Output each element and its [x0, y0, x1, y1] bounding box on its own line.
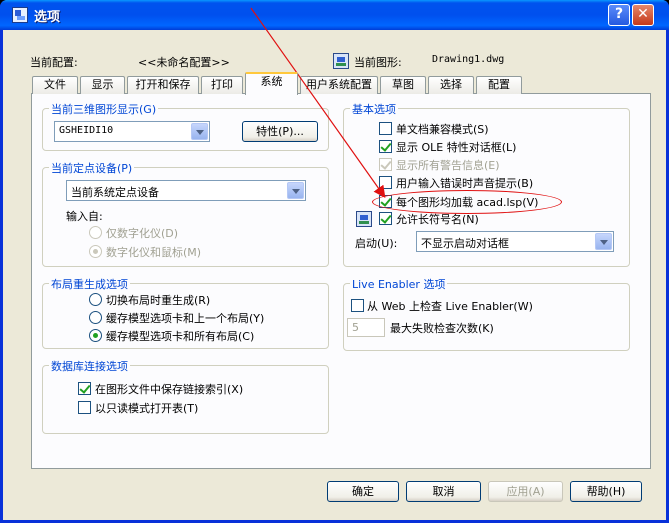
annotation-arrow: [250, 7, 386, 198]
tab-system[interactable]: 系统: [245, 72, 298, 95]
annotation-ellipse: [372, 190, 562, 214]
